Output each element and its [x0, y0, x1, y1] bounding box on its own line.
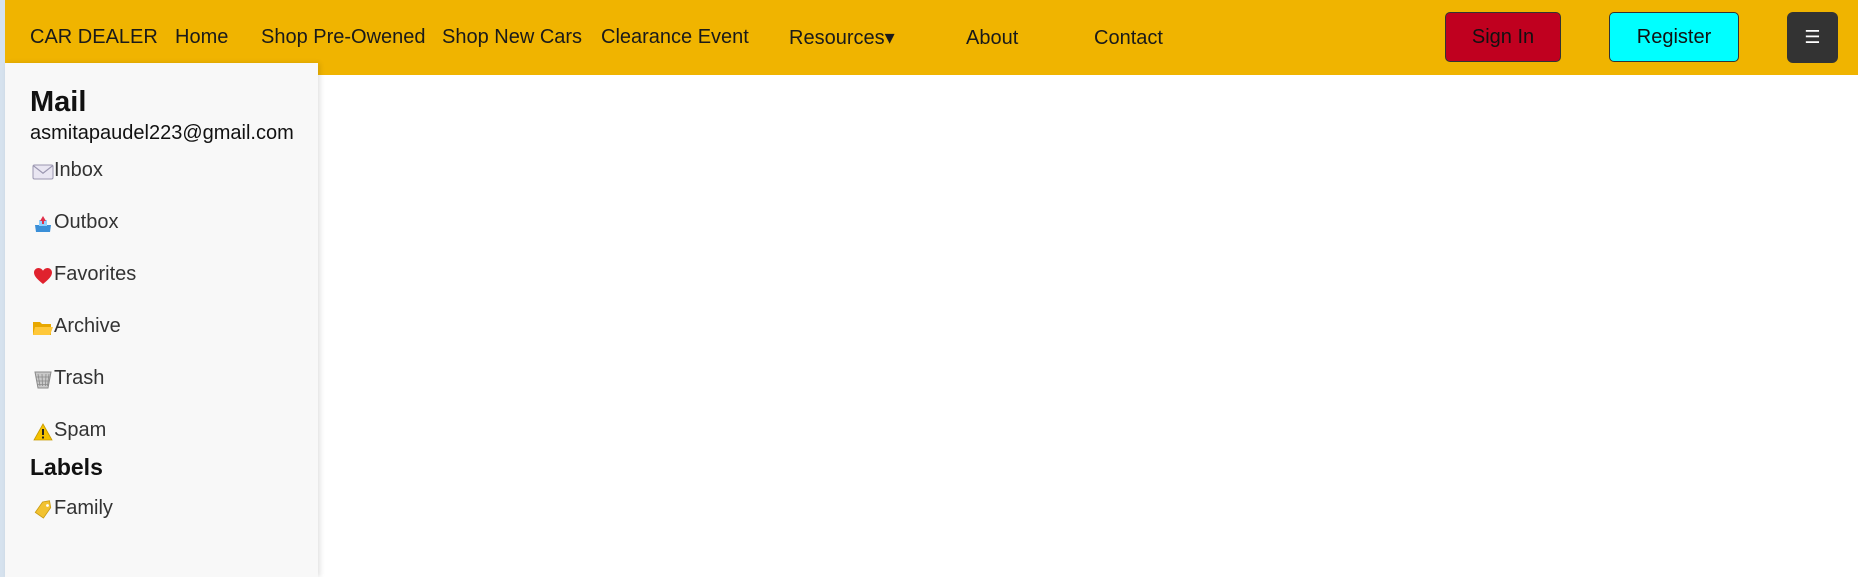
- tag-icon: [32, 499, 54, 521]
- nav-link-home[interactable]: Home: [175, 26, 228, 48]
- sidebar-item-label: Favorites: [54, 263, 137, 285]
- labels-heading: Labels: [30, 454, 103, 480]
- account-email: asmitapaudel223@gmail.com: [30, 122, 294, 144]
- nav-link-contact[interactable]: Contact: [1094, 27, 1163, 49]
- wastebasket-icon: [32, 369, 54, 391]
- sidebar-item-label: Spam: [54, 419, 107, 441]
- folder-icon: [32, 317, 54, 339]
- sidebar-title: Mail: [30, 86, 87, 118]
- page: CAR DEALER Home Shop Pre-Owened Shop New…: [0, 0, 1858, 577]
- mail-sidebar: Mail asmitapaudel223@gmail.com Inbox Out…: [5, 63, 318, 577]
- register-button[interactable]: Register: [1609, 12, 1739, 62]
- outbox-tray-icon: [32, 213, 54, 235]
- sidebar-item-inbox[interactable]: Inbox: [32, 156, 103, 184]
- sidebar-item-label: Outbox: [54, 211, 119, 233]
- sidebar-item-label: Inbox: [54, 159, 103, 181]
- nav-link-about[interactable]: About: [966, 27, 1018, 49]
- sidebar-item-spam[interactable]: Spam: [32, 416, 106, 444]
- hamburger-menu-button[interactable]: ☰: [1787, 12, 1838, 63]
- hamburger-icon: ☰: [1804, 27, 1821, 47]
- nav-link-shop-new-cars[interactable]: Shop New Cars: [442, 26, 582, 48]
- sidebar-item-outbox[interactable]: Outbox: [32, 208, 118, 236]
- heart-icon: [32, 265, 54, 287]
- envelope-icon: [32, 161, 54, 183]
- label-item-family[interactable]: Family: [32, 494, 113, 522]
- brand-logo[interactable]: CAR DEALER: [30, 26, 158, 48]
- sidebar-item-trash[interactable]: Trash: [32, 364, 104, 392]
- sign-in-button[interactable]: Sign In: [1445, 12, 1561, 62]
- sidebar-item-favorites[interactable]: Favorites: [32, 260, 136, 288]
- sidebar-item-label: Archive: [54, 315, 121, 337]
- label-item-text: Family: [54, 497, 113, 519]
- sidebar-item-label: Trash: [54, 367, 105, 389]
- sidebar-item-archive[interactable]: Archive: [32, 312, 121, 340]
- warning-icon: [32, 421, 54, 443]
- nav-dropdown-resources[interactable]: Resources▾: [789, 27, 895, 49]
- nav-link-clearance-event[interactable]: Clearance Event: [601, 26, 749, 48]
- nav-link-shop-pre-owned[interactable]: Shop Pre-Owened: [261, 26, 426, 48]
